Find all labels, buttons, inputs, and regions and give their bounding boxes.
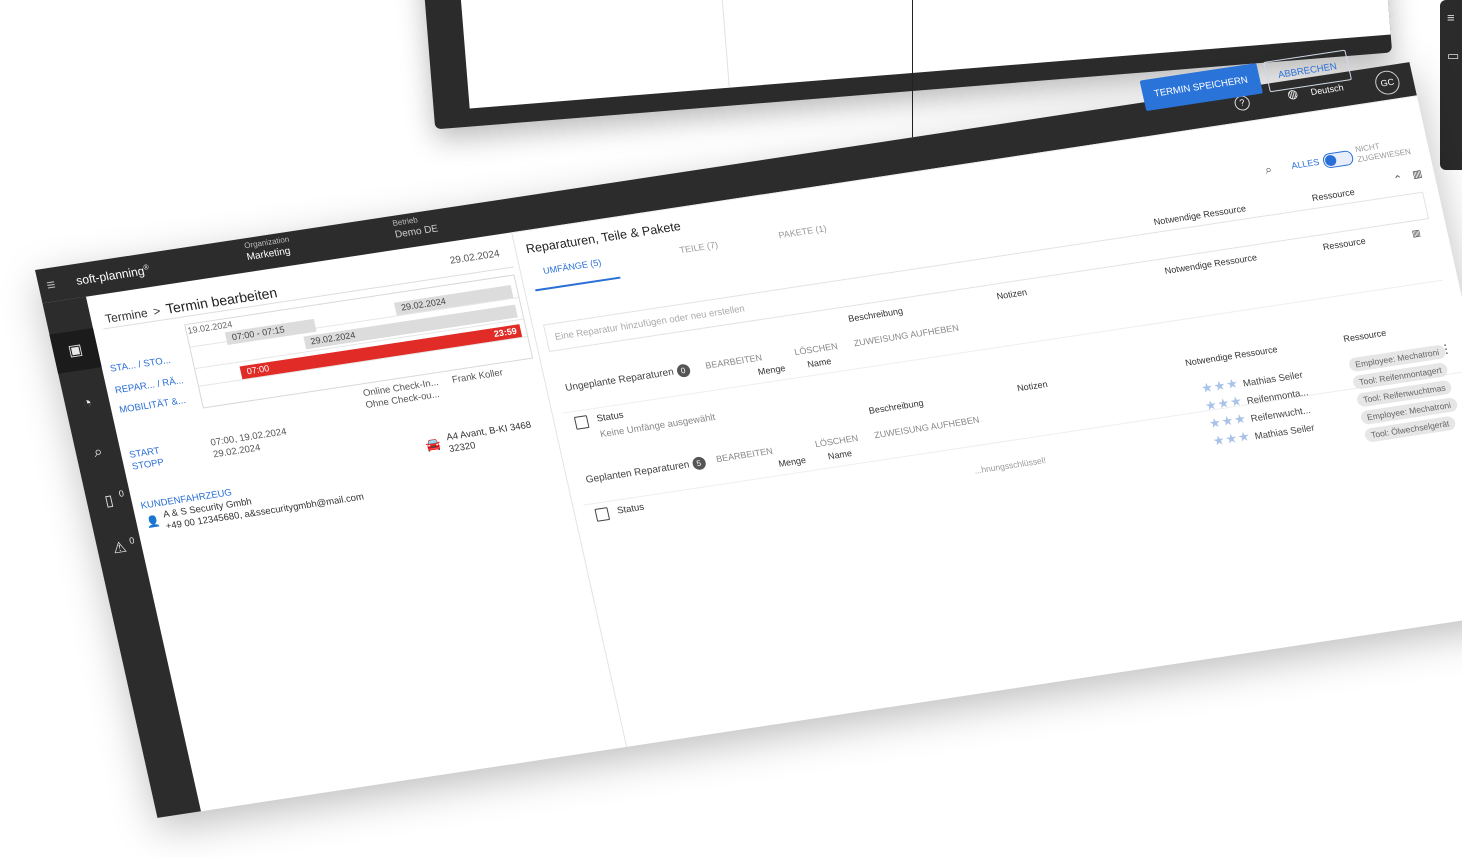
appointment-date: 29.02.2024 — [448, 248, 501, 267]
app-stage: ≡ soft-planning® Organization Marketing … — [35, 49, 1462, 857]
search-icon[interactable]: ⌕ — [87, 442, 109, 462]
gantt-row-label-start-stop[interactable]: STA... / STO... — [109, 355, 172, 375]
filter-all-label[interactable]: ALLES — [1290, 157, 1320, 171]
search-icon[interactable]: ⌕ — [1264, 162, 1274, 178]
unassign-button[interactable]: ZUWEISUNG AUFHEBEN — [873, 415, 980, 441]
planned-repairs-title: Geplanten Reparaturen 5 — [585, 456, 707, 487]
unplanned-count-badge: 0 — [675, 363, 691, 379]
organization-selector[interactable]: Organization Marketing — [243, 235, 293, 263]
callout-line — [912, 0, 913, 156]
rating-stars-icon: ★★★ — [1211, 428, 1253, 449]
column-name: Name — [806, 356, 833, 370]
rating-stars-icon: ★★★ — [1207, 410, 1249, 431]
vehicle-code: 32320 — [448, 440, 477, 455]
filter-unassigned-label[interactable]: NICHT ZUGEWIESEN — [1354, 136, 1418, 165]
menu-icon[interactable]: ≡ — [45, 276, 57, 294]
repair-bar-start: 07:00 — [245, 363, 271, 377]
car-icon: 🚘 — [424, 436, 443, 453]
select-all-checkbox[interactable] — [594, 507, 611, 522]
breadcrumb-separator: > — [151, 303, 162, 319]
unplanned-repairs-title: Ungeplante Reparaturen 0 — [564, 363, 691, 394]
warning-icon[interactable]: ⚠ 0 — [109, 535, 135, 558]
user-avatar[interactable]: GC — [1372, 69, 1402, 97]
unassign-button[interactable]: ZUWEISUNG AUFHEBEN — [853, 323, 960, 349]
brand-logo: soft-planning® — [74, 263, 150, 288]
assignment-filter-toggle[interactable] — [1321, 149, 1355, 169]
tab-parts[interactable]: TEILE (7) — [679, 240, 719, 256]
column-quantity: Menge — [777, 454, 807, 469]
column-status: Status — [616, 501, 646, 517]
column-name: Name — [826, 448, 853, 462]
column-status: Status — [595, 409, 625, 425]
delete-button[interactable]: LÖSCHEN — [793, 341, 838, 357]
person-icon: 👤 — [145, 515, 162, 530]
device-icon[interactable]: ▯ 0 — [98, 488, 125, 511]
row-description-text: ...hnungsschlüssel! — [973, 455, 1047, 476]
speedometer-icon[interactable]: ◔ — [77, 394, 99, 414]
column-resource: Ressource — [1310, 186, 1356, 204]
site-selector[interactable]: Betrieb Demo DE — [392, 213, 440, 240]
edit-button[interactable]: BEARBEITEN — [715, 446, 774, 464]
tab-scopes[interactable]: UMFÄNGE (5) — [542, 257, 602, 276]
delete-button[interactable]: LÖSCHEN — [814, 433, 859, 449]
calendar-icon[interactable]: ▣ — [65, 341, 87, 361]
gantt-row-label-mobility[interactable]: MOBILITÄT &... — [118, 395, 187, 416]
edit-button[interactable]: BEARBEITEN — [704, 352, 763, 370]
background-divider — [715, 0, 730, 88]
vehicle-model: A4 Avant, B-KI 3468 — [445, 419, 533, 444]
planned-count-badge: 5 — [690, 456, 707, 471]
checkin-person: Frank Koller — [450, 367, 505, 386]
gantt-row-label-repair[interactable]: REPAR... / RÄ... — [114, 375, 185, 396]
column-quantity: Menge — [756, 363, 787, 377]
select-all-checkbox[interactable] — [573, 415, 590, 430]
menu-icon: ≡ — [1447, 10, 1455, 25]
tab-packages[interactable]: PAKETE (1) — [777, 223, 827, 240]
app-window: ≡ soft-planning® Organization Marketing … — [35, 49, 1462, 818]
